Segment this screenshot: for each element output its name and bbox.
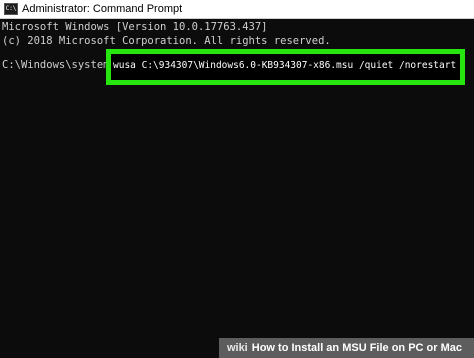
watermark-brand: wiki (226, 342, 248, 354)
copyright-line: (c) 2018 Microsoft Corporation. All righ… (2, 35, 331, 47)
watermark-text: How to Install an MSU File on PC or Mac (251, 342, 462, 354)
typed-command[interactable]: wusa C:\934307\Windows6.0-KB934307-x86.m… (113, 59, 456, 72)
command-prompt-icon: C:\ (4, 3, 18, 15)
window-title: Administrator: Command Prompt (22, 3, 183, 15)
console-output[interactable]: Microsoft Windows [Version 10.0.17763.43… (0, 19, 474, 358)
wikihow-watermark: wiki How to Install an MSU File on PC or… (218, 338, 474, 358)
title-bar[interactable]: C:\ Administrator: Command Prompt (0, 0, 474, 19)
version-line: Microsoft Windows [Version 10.0.17763.43… (2, 21, 268, 33)
command-prompt-window: C:\ Administrator: Command Prompt Micros… (0, 0, 474, 358)
